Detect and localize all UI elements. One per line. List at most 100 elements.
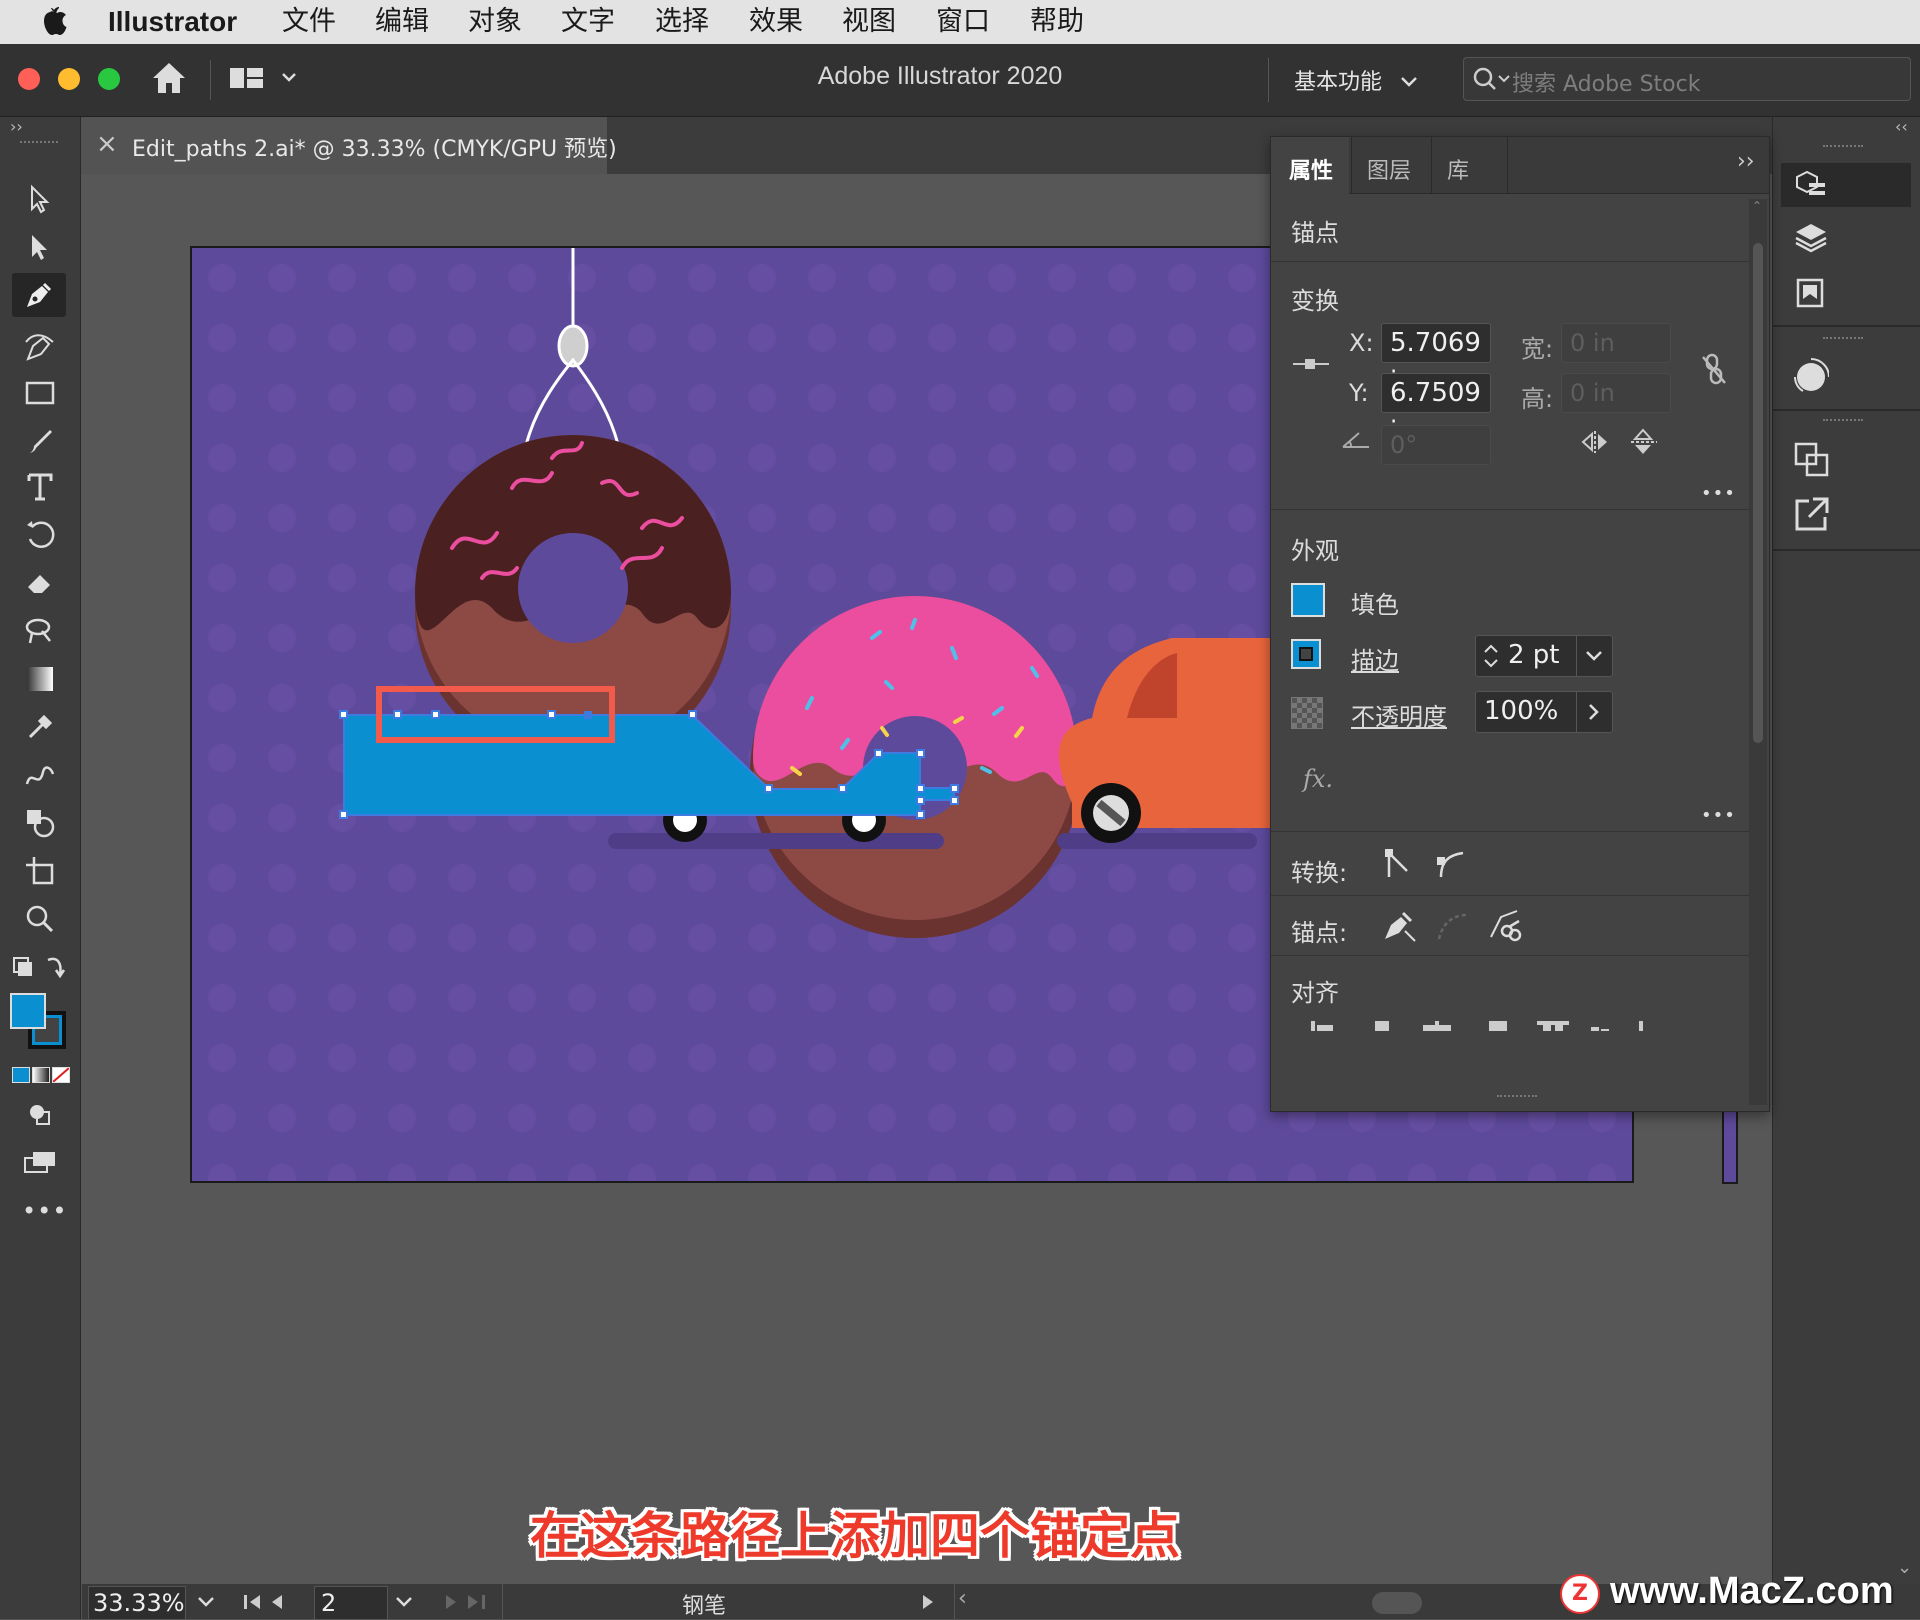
convert-to-corner-icon[interactable] <box>1383 847 1413 881</box>
eyedropper-tool-icon[interactable] <box>20 707 60 747</box>
arrange-documents-icon[interactable] <box>228 64 298 98</box>
color-mode-buttons[interactable] <box>12 1065 70 1083</box>
menu-window[interactable]: 窗口 <box>936 0 990 44</box>
chevron-down-icon[interactable]: ⌄ <box>1897 1557 1912 1578</box>
apple-icon[interactable] <box>40 0 68 44</box>
none-mode-icon[interactable] <box>52 1067 70 1083</box>
stroke-color-swatch[interactable] <box>1291 639 1321 669</box>
menu-edit[interactable]: 编辑 <box>375 0 429 44</box>
color-themes-icon[interactable] <box>1793 357 1829 397</box>
gradient-tool-icon[interactable] <box>20 659 60 699</box>
zoom-window-button[interactable] <box>98 68 120 90</box>
collapse-dock-icon[interactable]: ‹‹ <box>1895 117 1908 136</box>
direct-selection-tool-icon[interactable] <box>20 227 60 267</box>
menu-object[interactable]: 对象 <box>468 0 522 44</box>
fill-color-swatch[interactable] <box>1291 583 1325 617</box>
zoom-tool-icon[interactable] <box>20 899 60 939</box>
zoom-level-field[interactable]: 33.33% <box>88 1586 186 1620</box>
remove-anchor-icon[interactable] <box>1381 907 1417 943</box>
grip-icon[interactable] <box>1823 337 1863 345</box>
opacity-label[interactable]: 不透明度 <box>1351 697 1447 732</box>
fill-stroke-swatch[interactable] <box>10 993 70 1053</box>
menu-type[interactable]: 文字 <box>561 0 615 44</box>
workspace-switcher[interactable]: 基本功能 <box>1294 64 1419 96</box>
edit-toolbar-icon[interactable]: ••• <box>22 1197 67 1225</box>
scroll-left-icon[interactable]: ‹ <box>958 1586 967 1611</box>
first-prev-artboard-icon[interactable] <box>242 1592 292 1612</box>
rotate-tool-icon[interactable] <box>20 515 60 555</box>
scroll-up-icon[interactable]: ⌃ <box>1752 199 1762 213</box>
curvature-tool-icon[interactable] <box>20 327 60 367</box>
cut-path-icon[interactable] <box>1487 907 1523 943</box>
libraries-icon[interactable] <box>1793 277 1829 311</box>
transform-dock-icon[interactable] <box>1793 441 1831 479</box>
selection-tool-icon[interactable] <box>20 179 60 219</box>
menu-view[interactable]: 视图 <box>842 0 896 44</box>
rotate-angle-field[interactable]: 0° <box>1381 425 1491 465</box>
menu-effect[interactable]: 效果 <box>749 0 803 44</box>
chevron-right-icon <box>1589 704 1599 720</box>
stroke-weight-field[interactable]: 2 pt <box>1475 635 1613 677</box>
artboard-tool-icon[interactable] <box>20 851 60 891</box>
convert-to-smooth-icon[interactable] <box>1435 847 1465 881</box>
effects-button[interactable]: fx. <box>1303 765 1333 793</box>
panel-scrollbar[interactable]: ⌃ <box>1749 199 1767 1105</box>
more-transform-options-icon[interactable]: ••• <box>1701 483 1736 504</box>
color-mode-icon[interactable] <box>12 1067 30 1083</box>
paintbrush-tool-icon[interactable] <box>20 421 60 461</box>
rectangle-tool-icon[interactable] <box>20 373 60 413</box>
constrain-proportions-icon[interactable] <box>1699 351 1729 387</box>
panel-menu-icon[interactable]: ›› <box>1737 149 1755 174</box>
collapse-panel-icon[interactable]: ›› <box>10 117 23 136</box>
y-position-field[interactable]: 6.7509 i <box>1381 373 1491 446</box>
layers-icon[interactable] <box>1793 221 1829 255</box>
draw-mode-icon[interactable] <box>20 1095 60 1135</box>
lasso-tool-icon[interactable] <box>20 611 60 651</box>
flip-vertical-icon[interactable] <box>1629 427 1659 457</box>
close-tab-icon[interactable]: × <box>96 129 118 159</box>
grip-icon[interactable] <box>1823 419 1863 427</box>
export-icon[interactable] <box>1793 495 1831 533</box>
menu-help[interactable]: 帮助 <box>1030 0 1084 44</box>
status-menu-icon[interactable] <box>918 1592 938 1612</box>
grip-icon[interactable] <box>20 141 58 149</box>
chevron-down-icon[interactable] <box>196 1594 216 1610</box>
artboard-number-field[interactable]: 2 <box>314 1586 388 1620</box>
type-tool-icon[interactable] <box>20 467 60 507</box>
screen-mode-icon[interactable] <box>20 1143 60 1183</box>
resize-grip-icon[interactable] <box>1497 1095 1537 1103</box>
shape-builder-tool-icon[interactable] <box>20 803 60 843</box>
blend-tool-icon[interactable] <box>20 755 60 795</box>
properties-dock-button[interactable] <box>1781 163 1911 207</box>
document-tab[interactable]: × Edit_paths 2.ai* @ 33.33% (CMYK/GPU 预览… <box>82 117 617 174</box>
tab-layers[interactable]: 图层 <box>1367 153 1411 185</box>
horizontal-scrollbar-thumb[interactable] <box>1372 1592 1422 1614</box>
width-field[interactable]: 0 in <box>1561 323 1671 363</box>
swap-fill-stroke-icon[interactable] <box>8 947 68 987</box>
height-field[interactable]: 0 in <box>1561 373 1671 413</box>
close-window-button[interactable] <box>18 68 40 90</box>
menu-select[interactable]: 选择 <box>655 0 709 44</box>
minimize-window-button[interactable] <box>58 68 80 90</box>
home-icon[interactable] <box>150 60 188 100</box>
tab-libraries[interactable]: 库 <box>1447 153 1469 185</box>
fill-label[interactable]: 填色 <box>1351 585 1399 620</box>
scrollbar-thumb[interactable] <box>1753 243 1763 743</box>
stroke-label[interactable]: 描边 <box>1351 641 1399 676</box>
align-icons[interactable] <box>1291 1017 1731 1031</box>
fill-swatch[interactable] <box>10 993 46 1029</box>
menu-file[interactable]: 文件 <box>282 0 336 44</box>
grip-icon[interactable] <box>1823 145 1863 153</box>
chevron-down-icon[interactable] <box>394 1594 414 1610</box>
gradient-mode-icon[interactable] <box>32 1067 50 1083</box>
pen-tool-icon[interactable] <box>12 273 66 317</box>
more-appearance-options-icon[interactable]: ••• <box>1701 805 1736 826</box>
tab-properties[interactable]: 属性 <box>1271 137 1349 194</box>
stock-search-field[interactable]: 搜索 Adobe Stock <box>1463 57 1911 101</box>
eraser-tool-icon[interactable] <box>20 563 60 603</box>
flip-horizontal-icon[interactable] <box>1581 429 1611 455</box>
reference-point-icon[interactable] <box>1291 357 1331 371</box>
app-name-menu[interactable]: Illustrator <box>108 0 237 44</box>
opacity-field[interactable]: 100% <box>1475 691 1613 733</box>
x-position-field[interactable]: 5.7069 i <box>1381 323 1491 396</box>
